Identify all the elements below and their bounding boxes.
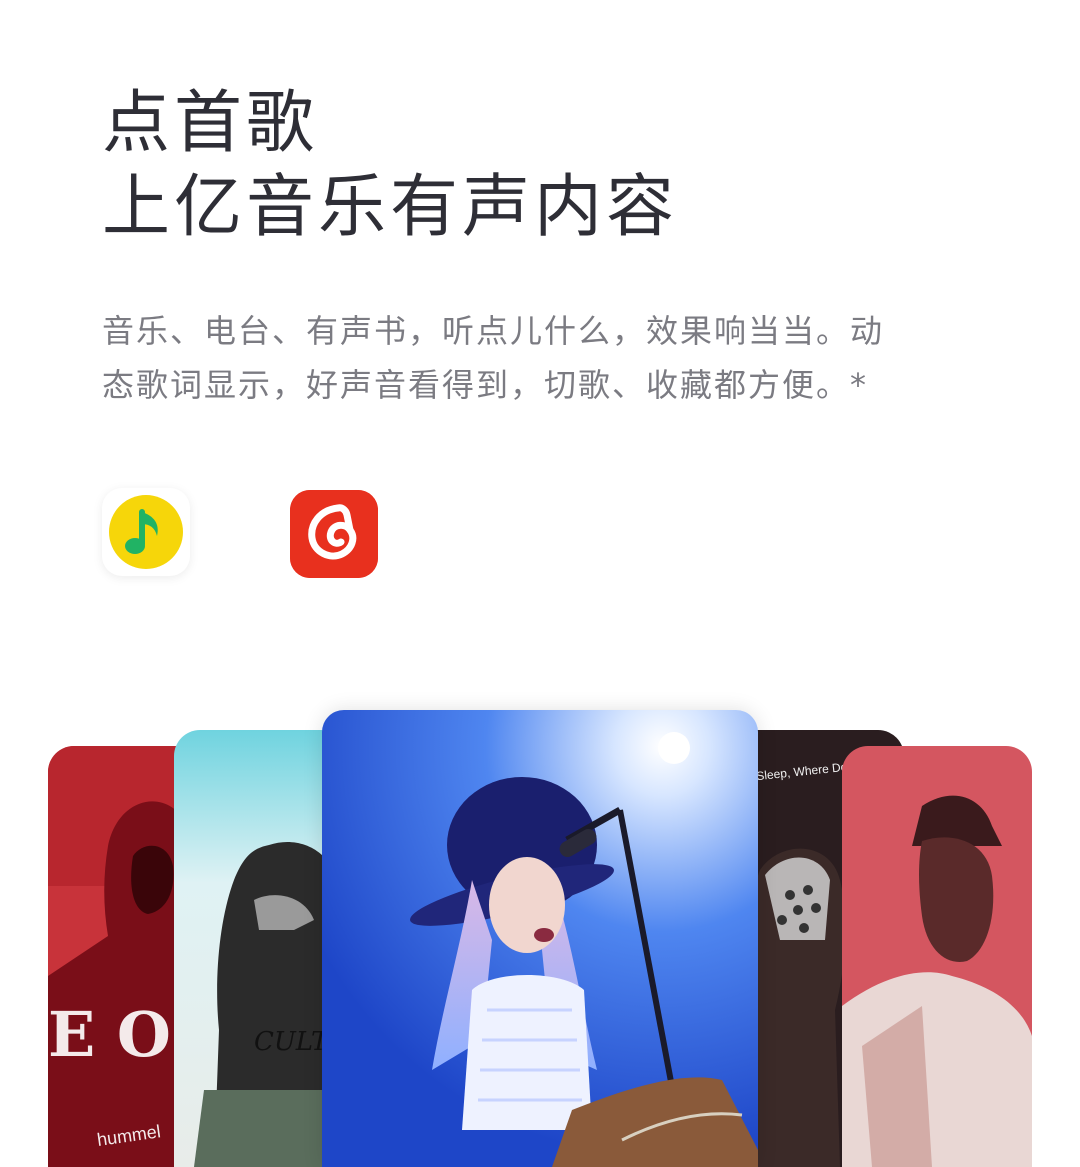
album-carousel[interactable]: E O hummel CULT Sleep, Where Do We Go? xyxy=(0,700,1080,1167)
headline: 点首歌 上亿音乐有声内容 xyxy=(102,82,678,250)
netease-cloud-music-icon[interactable] xyxy=(290,490,378,578)
qq-music-logo xyxy=(109,495,183,569)
netease-cloud-music-logo xyxy=(290,490,378,578)
description-line-2: 态歌词显示，好声音看得到，切歌、收藏都方便。* xyxy=(102,366,869,404)
album-card-concert-singer[interactable] xyxy=(322,710,758,1167)
svg-text:E O: E O xyxy=(48,998,171,1071)
qq-music-icon[interactable] xyxy=(102,488,190,576)
concert-singer-photo xyxy=(322,710,758,1167)
description-line-1: 音乐、电台、有声书，听点儿什么，效果响当当。动 xyxy=(102,312,885,350)
svg-text:CULT: CULT xyxy=(254,1027,330,1057)
album-card-man-hat[interactable] xyxy=(842,746,1032,1167)
headline-line-1: 点首歌 xyxy=(102,84,319,163)
album-art-man-hat xyxy=(842,746,1032,1167)
headline-line-2: 上亿音乐有声内容 xyxy=(102,168,679,247)
feature-description: 音乐、电台、有声书，听点儿什么，效果响当当。动 态歌词显示，好声音看得到，切歌、… xyxy=(102,304,1002,412)
